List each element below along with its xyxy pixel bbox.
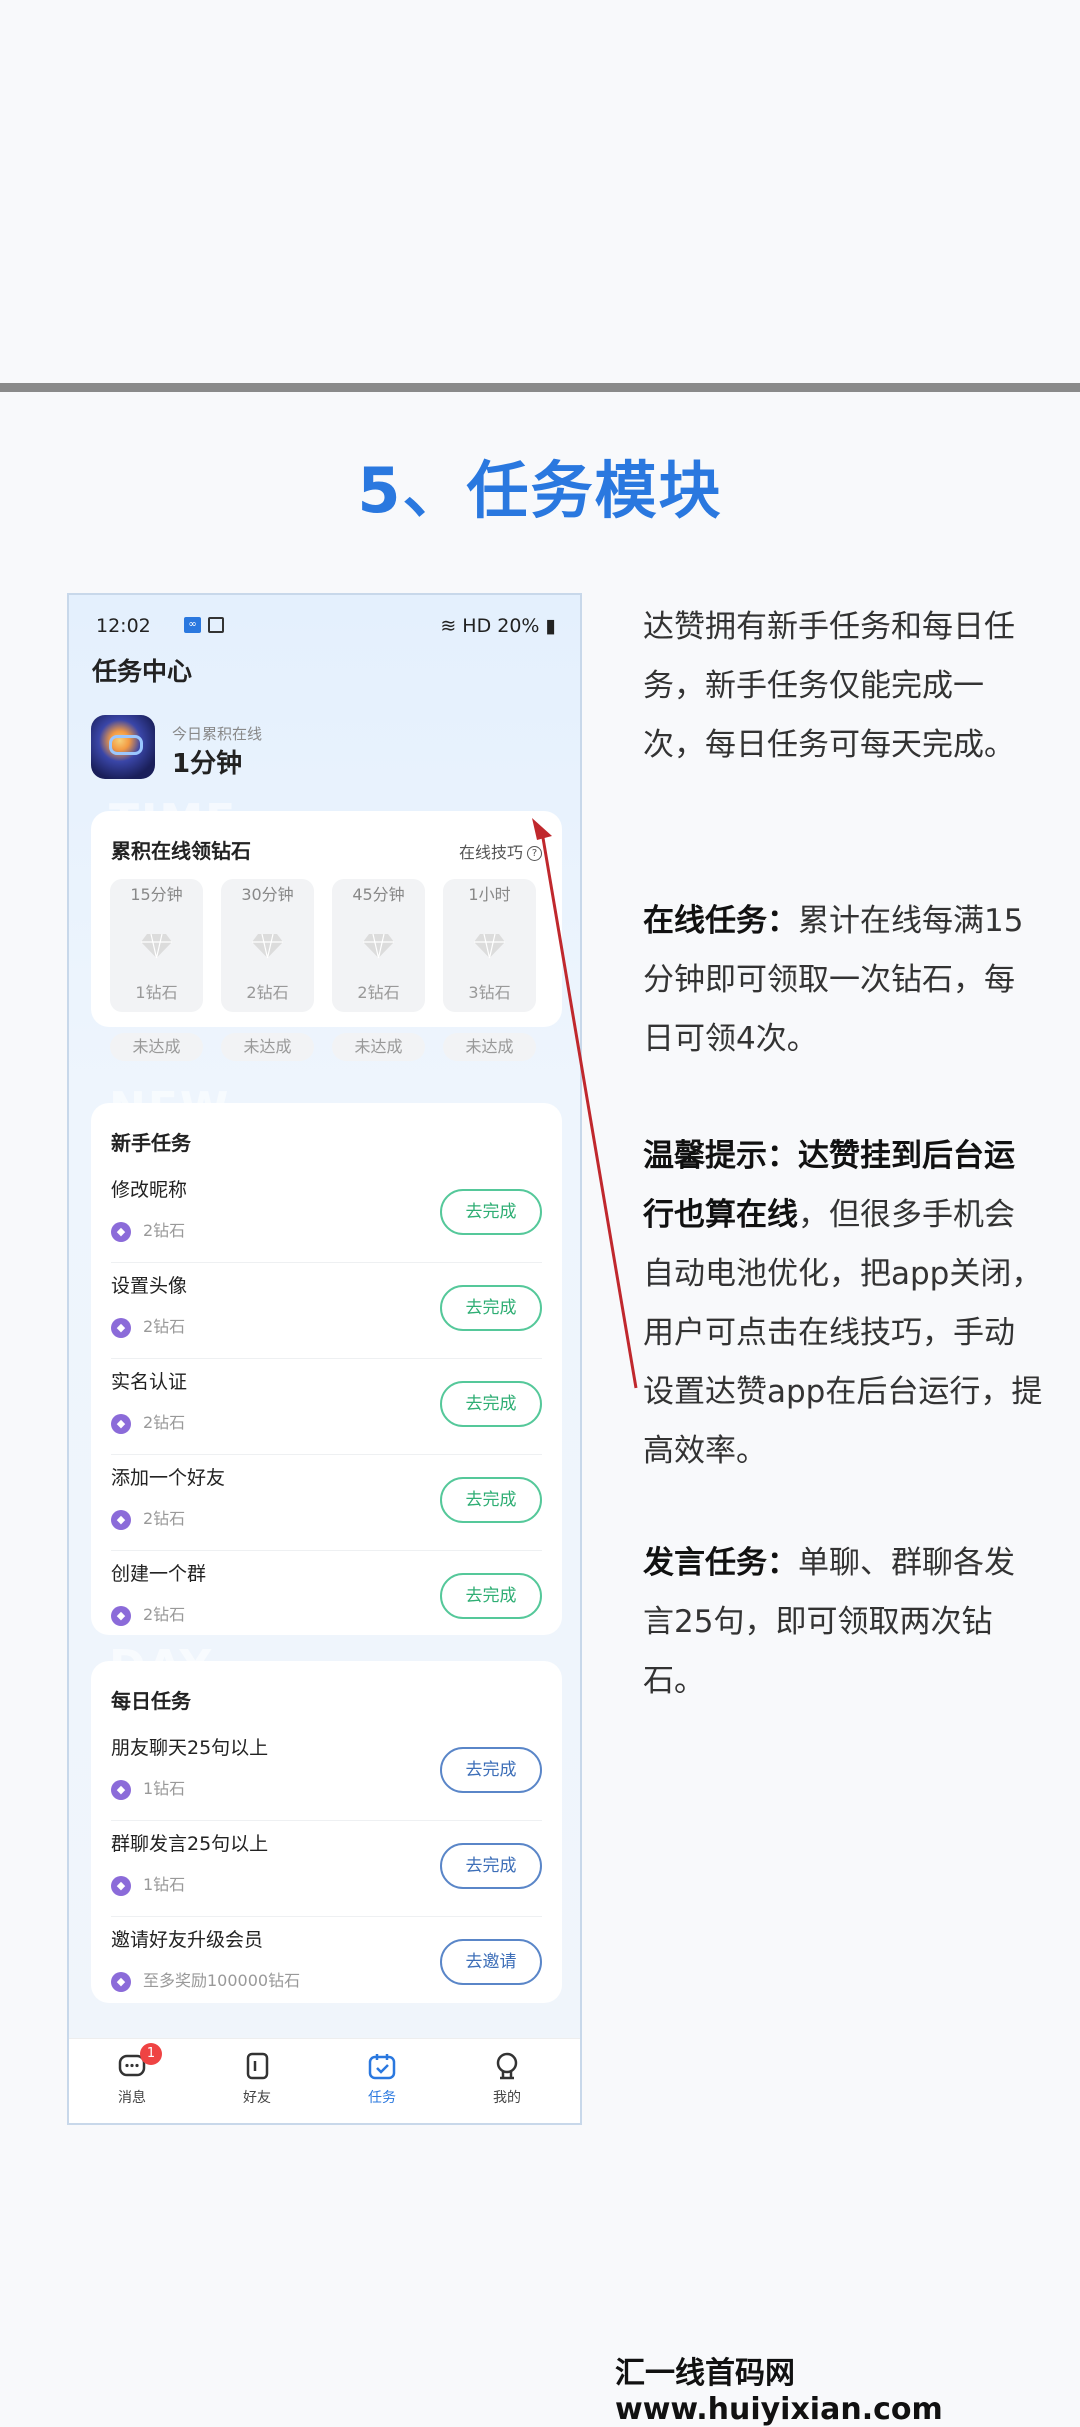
diamond-icon: ◆ <box>111 1413 131 1434</box>
status-bar: 12:02 ∞ ≋ HD 20% ▮ <box>96 615 556 639</box>
online-reward-card: 累积在线领钻石 在线技巧? 15分钟 1钻石 未达成 30分钟 2钻石 未达成 … <box>91 811 562 1061</box>
status-right-text: HD 20% <box>462 615 540 637</box>
task-row: 添加一个好友 ◆ 2钻石 去完成 <box>111 1455 542 1551</box>
newbie-card-title: 新手任务 <box>111 1131 191 1155</box>
task-row: 创建一个群 ◆ 2钻石 去完成 <box>111 1551 542 1647</box>
tab-messages[interactable]: 1 消息 <box>92 2043 172 2107</box>
task-calendar-icon <box>368 2054 396 2080</box>
status-right: ≋ HD 20% ▮ <box>440 615 556 637</box>
slot-status: 未达成 <box>221 1033 314 1061</box>
task-row: 群聊发言25句以上 ◆ 1钻石 去完成 <box>111 1821 542 1917</box>
image-icon <box>208 617 224 633</box>
task-row: 邀请好友升级会员 ◆ 至多奖励100000钻石 去邀请 <box>111 1917 542 2013</box>
desc-chat-task: 发言任务：单聊、群聊各发言25句，即可领取两次钻石。 <box>643 1545 1015 1699</box>
wifi-icon: ≋ <box>440 615 457 637</box>
daily-card-title: 每日任务 <box>111 1689 191 1713</box>
online-slot: 30分钟 2钻石 未达成 <box>221 879 314 1061</box>
diamond-icon <box>363 933 394 959</box>
profile-icon <box>496 2052 518 2080</box>
slot-status: 未达成 <box>110 1033 203 1061</box>
unread-badge: 1 <box>140 2043 162 2065</box>
diamond-icon: ◆ <box>111 1221 131 1242</box>
online-tips-link[interactable]: 在线技巧? <box>459 839 542 863</box>
daily-task-card: 每日任务 朋友聊天25句以上 ◆ 1钻石 去完成 群聊发言25句以上 ◆ 1钻石 去… <box>91 1661 562 2003</box>
complete-button[interactable]: 去完成 <box>440 1477 542 1523</box>
page-title: 任务中心 <box>92 657 193 686</box>
task-row: 实名认证 ◆ 2钻石 去完成 <box>111 1359 542 1455</box>
online-time-label: 今日累积在线 <box>172 725 263 743</box>
online-card-title: 累积在线领钻石 <box>111 839 251 863</box>
section-heading: 5、任务模块 <box>357 454 723 527</box>
notification-icon: ∞ <box>184 617 201 633</box>
task-row: 修改昵称 ◆ 2钻石 去完成 <box>111 1167 542 1263</box>
avatar[interactable] <box>91 715 155 779</box>
footer-watermark: 汇一线首码网 www.huiyixian.com <box>615 2356 943 2427</box>
online-time-value: 1分钟 <box>172 749 243 779</box>
question-icon: ? <box>527 846 542 861</box>
phone-screenshot: 12:02 ∞ ≋ HD 20% ▮ 任务中心 今日累积在线 1分钟 TIME … <box>67 593 582 2125</box>
task-reward: ◆ 2钻石 <box>111 1601 185 1626</box>
task-reward: ◆ 1钻石 <box>111 1775 185 1800</box>
online-slot: 15分钟 1钻石 未达成 <box>110 879 203 1061</box>
tab-tasks[interactable]: 任务 <box>342 2051 422 2107</box>
diamond-icon <box>252 933 283 959</box>
task-reward: ◆ 2钻石 <box>111 1217 185 1242</box>
diamond-icon: ◆ <box>111 1605 131 1626</box>
newbie-task-card: 新手任务 修改昵称 ◆ 2钻石 去完成 设置头像 ◆ 2钻石 去完成 实名认证 ◆ 2… <box>91 1103 562 1635</box>
complete-button[interactable]: 去完成 <box>440 1843 542 1889</box>
tab-me[interactable]: 我的 <box>467 2051 547 2107</box>
slot-status: 未达成 <box>443 1033 536 1061</box>
online-slot: 1小时 3钻石 未达成 <box>443 879 536 1061</box>
complete-button[interactable]: 去完成 <box>440 1747 542 1793</box>
task-reward: ◆ 至多奖励100000钻石 <box>111 1967 300 1992</box>
desc-tip: 温馨提示：达赞挂到后台运行也算在线，但很多手机会自动电池优化，把app关闭，用户… <box>643 1138 1043 1469</box>
diamond-icon <box>474 933 505 959</box>
task-reward: ◆ 2钻石 <box>111 1409 185 1434</box>
diamond-icon: ◆ <box>111 1779 131 1800</box>
diamond-icon: ◆ <box>111 1317 131 1338</box>
slot-status: 未达成 <box>332 1033 425 1061</box>
bottom-tab-bar: 1 消息 好友 任务 我的 <box>69 2038 580 2123</box>
task-reward: ◆ 1钻石 <box>111 1871 185 1896</box>
complete-button[interactable]: 去完成 <box>440 1573 542 1619</box>
task-reward: ◆ 2钻石 <box>111 1505 185 1530</box>
contacts-icon <box>246 2052 269 2080</box>
diamond-icon: ◆ <box>111 1509 131 1530</box>
diamond-icon <box>141 933 172 959</box>
diamond-icon: ◆ <box>111 1971 131 1992</box>
task-reward: ◆ 2钻石 <box>111 1313 185 1338</box>
complete-button[interactable]: 去完成 <box>440 1189 542 1235</box>
diamond-icon: ◆ <box>111 1875 131 1896</box>
section-divider <box>0 383 1080 392</box>
invite-button[interactable]: 去邀请 <box>440 1939 542 1985</box>
task-row: 设置头像 ◆ 2钻石 去完成 <box>111 1263 542 1359</box>
task-row: 朋友聊天25句以上 ◆ 1钻石 去完成 <box>111 1725 542 1821</box>
desc-intro: 达赞拥有新手任务和每日任务，新手任务仅能完成一次，每日任务可每天完成。 <box>643 609 1015 763</box>
online-slot: 45分钟 2钻石 未达成 <box>332 879 425 1061</box>
desc-online-task: 在线任务：累计在线每满15分钟即可领取一次钻石，每日可领4次。 <box>643 903 1024 1057</box>
status-time: 12:02 <box>96 615 151 637</box>
tab-friends[interactable]: 好友 <box>217 2051 297 2107</box>
complete-button[interactable]: 去完成 <box>440 1285 542 1331</box>
complete-button[interactable]: 去完成 <box>440 1381 542 1427</box>
battery-icon: ▮ <box>545 615 556 637</box>
